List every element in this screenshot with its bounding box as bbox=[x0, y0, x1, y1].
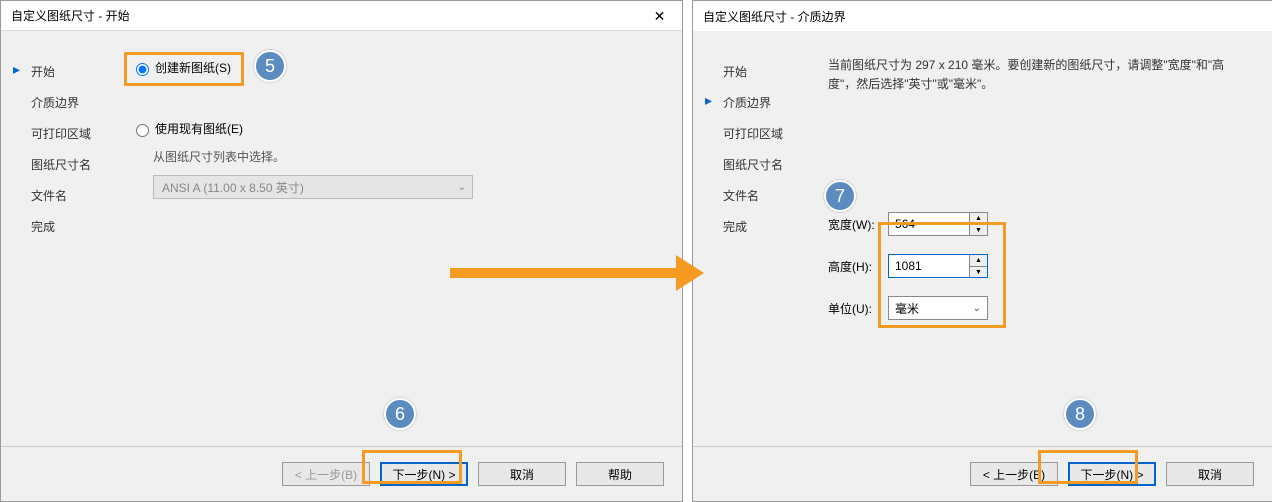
up-arrow-icon[interactable]: ▲ bbox=[970, 213, 987, 225]
title-text: 自定义图纸尺寸 - 介质边界 bbox=[703, 8, 846, 25]
arrow-head-icon bbox=[676, 255, 704, 291]
chevron-down-icon: ⌄ bbox=[458, 182, 466, 193]
footer: < 上一步(B) 下一步(N) > 取消 帮助 bbox=[1, 446, 682, 501]
sidebar-item-name[interactable]: 图纸尺寸名 bbox=[19, 149, 109, 180]
unit-value: 毫米 bbox=[895, 300, 919, 317]
sidebar-item-printable[interactable]: 可打印区域 bbox=[711, 118, 801, 149]
radio-use-existing[interactable]: 使用现有图纸(E) bbox=[131, 117, 662, 140]
help-button[interactable]: 帮助 bbox=[576, 462, 664, 486]
next-button[interactable]: 下一步(N) > bbox=[380, 462, 468, 486]
down-arrow-icon[interactable]: ▼ bbox=[970, 225, 987, 236]
sidebar-item-finish[interactable]: 完成 bbox=[711, 211, 801, 242]
up-arrow-icon[interactable]: ▲ bbox=[970, 255, 987, 267]
width-label: 宽度(W): bbox=[828, 216, 888, 233]
sidebar-item-start[interactable]: 开始 bbox=[19, 56, 109, 87]
spinner-buttons[interactable]: ▲▼ bbox=[969, 255, 987, 277]
content-area: 创建新图纸(S) 使用现有图纸(E) 从图纸尺寸列表中选择。 ANSI A (1… bbox=[131, 56, 662, 199]
sidebar-item-finish[interactable]: 完成 bbox=[19, 211, 109, 242]
chevron-down-icon: ⌄ bbox=[973, 303, 981, 314]
unit-select[interactable]: 毫米 ⌄ bbox=[888, 296, 988, 320]
cancel-button[interactable]: 取消 bbox=[1166, 462, 1254, 486]
dialog-start: 自定义图纸尺寸 - 开始 ✕ 开始 介质边界 可打印区域 图纸尺寸名 文件名 完… bbox=[0, 0, 683, 502]
back-button: < 上一步(B) bbox=[282, 462, 370, 486]
instruction-text: 当前图纸尺寸为 297 x 210 毫米。要创建新的图纸尺寸，请调整"宽度"和"… bbox=[828, 56, 1252, 94]
height-label: 高度(H): bbox=[828, 258, 888, 275]
height-input[interactable] bbox=[889, 255, 969, 277]
dialog-media-bounds: 自定义图纸尺寸 - 介质边界 开始 介质边界 可打印区域 图纸尺寸名 文件名 完… bbox=[692, 0, 1272, 502]
back-button[interactable]: < 上一步(B) bbox=[970, 462, 1058, 486]
width-input[interactable] bbox=[889, 213, 969, 235]
width-spinner[interactable]: ▲▼ bbox=[888, 212, 988, 236]
sidebar-item-filename[interactable]: 文件名 bbox=[19, 180, 109, 211]
unit-row: 单位(U): 毫米 ⌄ bbox=[828, 296, 1252, 320]
radio-create-new[interactable]: 创建新图纸(S) bbox=[131, 56, 662, 79]
footer: < 上一步(B) 下一步(N) > 取消 bbox=[693, 446, 1272, 501]
paper-size-value: ANSI A (11.00 x 8.50 英寸) bbox=[162, 179, 304, 196]
cancel-button[interactable]: 取消 bbox=[478, 462, 566, 486]
paper-size-select[interactable]: ANSI A (11.00 x 8.50 英寸) ⌄ bbox=[153, 175, 473, 199]
arrow-annotation bbox=[450, 268, 680, 278]
sidebar-item-printable[interactable]: 可打印区域 bbox=[19, 118, 109, 149]
down-arrow-icon[interactable]: ▼ bbox=[970, 267, 987, 278]
height-spinner[interactable]: ▲▼ bbox=[888, 254, 988, 278]
title-text: 自定义图纸尺寸 - 开始 bbox=[11, 7, 130, 24]
close-button[interactable]: ✕ bbox=[637, 1, 682, 31]
radio-use-existing-input[interactable] bbox=[136, 124, 149, 137]
close-icon: ✕ bbox=[654, 8, 666, 25]
spinner-buttons[interactable]: ▲▼ bbox=[969, 213, 987, 235]
sidebar-item-start[interactable]: 开始 bbox=[711, 56, 801, 87]
sidebar-item-media[interactable]: 介质边界 bbox=[19, 87, 109, 118]
wizard-sidebar: 开始 介质边界 可打印区域 图纸尺寸名 文件名 完成 bbox=[19, 56, 109, 242]
titlebar: 自定义图纸尺寸 - 介质边界 bbox=[693, 1, 1272, 31]
sidebar-item-media[interactable]: 介质边界 bbox=[711, 87, 801, 118]
titlebar: 自定义图纸尺寸 - 开始 ✕ bbox=[1, 1, 682, 31]
sidebar-item-filename[interactable]: 文件名 bbox=[711, 180, 801, 211]
help-text: 从图纸尺寸列表中选择。 bbox=[131, 146, 662, 175]
sidebar-item-name[interactable]: 图纸尺寸名 bbox=[711, 149, 801, 180]
radio-create-new-label: 创建新图纸(S) bbox=[155, 59, 231, 76]
next-button[interactable]: 下一步(N) > bbox=[1068, 462, 1156, 486]
height-row: 高度(H): ▲▼ bbox=[828, 254, 1252, 278]
radio-use-existing-label: 使用现有图纸(E) bbox=[155, 120, 243, 137]
unit-label: 单位(U): bbox=[828, 300, 888, 317]
radio-create-new-input[interactable] bbox=[136, 63, 149, 76]
wizard-sidebar: 开始 介质边界 可打印区域 图纸尺寸名 文件名 完成 bbox=[711, 56, 801, 242]
content-area: 当前图纸尺寸为 297 x 210 毫米。要创建新的图纸尺寸，请调整"宽度"和"… bbox=[828, 56, 1252, 338]
width-row: 宽度(W): ▲▼ bbox=[828, 212, 1252, 236]
